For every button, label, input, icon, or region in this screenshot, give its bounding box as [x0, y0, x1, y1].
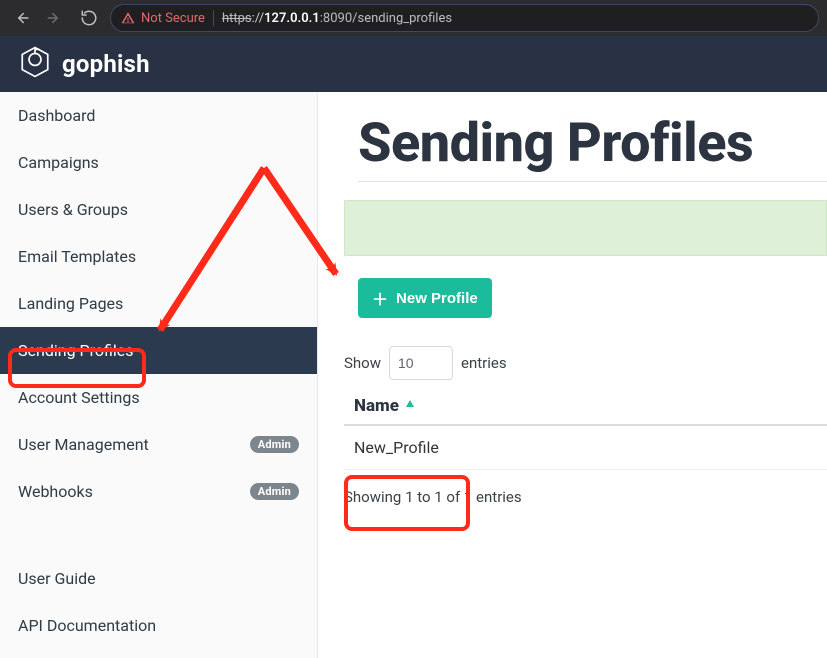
show-label: Show [344, 354, 381, 372]
annotation-box-sidebar-item [8, 348, 146, 388]
sidebar-item-label: Landing Pages [18, 294, 123, 313]
profiles-table: Name New_Profile [344, 388, 827, 470]
url-port: :8090 [320, 11, 352, 26]
forward-button[interactable] [42, 4, 68, 32]
sidebar-item-user-management[interactable]: User Management Admin [0, 421, 317, 468]
title-divider [358, 181, 827, 182]
url-scheme: https [222, 11, 252, 26]
sidebar-item-email-templates[interactable]: Email Templates [0, 233, 317, 280]
brand-logo-icon [18, 45, 52, 83]
table-info: Showing 1 to 1 of 1 entries [344, 488, 827, 506]
sidebar-item-webhooks[interactable]: Webhooks Admin [0, 468, 317, 515]
back-button[interactable] [8, 4, 34, 32]
url-path: /sending_profiles [352, 11, 452, 26]
brand-name: gophish [62, 50, 150, 78]
not-secure-warning: Not Secure [121, 11, 205, 26]
sidebar-item-label: Webhooks [18, 482, 93, 501]
url-sep: :// [252, 11, 264, 26]
sidebar-item-campaigns[interactable]: Campaigns [0, 139, 317, 186]
app-header: gophish [0, 36, 827, 92]
sidebar-item-label: Dashboard [18, 106, 95, 125]
url-host: 127.0.0.1 [264, 11, 320, 26]
main-content: Sending Profiles ＋ New Profile Show entr… [318, 92, 827, 658]
address-separator [213, 10, 214, 26]
sidebar-item-label: User Guide [18, 569, 96, 588]
table-row[interactable]: New_Profile [344, 425, 827, 470]
sidebar-item-label: Campaigns [18, 153, 99, 172]
sidebar-item-users-groups[interactable]: Users & Groups [0, 186, 317, 233]
sidebar-item-label: API Documentation [18, 616, 156, 635]
sidebar-item-label: Account Settings [18, 388, 140, 407]
sidebar-item-label: Email Templates [18, 247, 136, 266]
not-secure-text: Not Secure [141, 11, 205, 26]
admin-badge: Admin [250, 483, 299, 500]
table-length-controls: Show entries [344, 346, 827, 380]
reload-button[interactable] [76, 4, 102, 32]
sidebar-item-label: User Management [18, 435, 149, 454]
plus-icon: ＋ [372, 286, 388, 310]
sidebar-item-dashboard[interactable]: Dashboard [0, 92, 317, 139]
sidebar-item-user-guide[interactable]: User Guide [0, 555, 317, 602]
browser-chrome: Not Secure https://127.0.0.1:8090/sendin… [0, 0, 827, 36]
admin-badge: Admin [250, 436, 299, 453]
sidebar-item-landing-pages[interactable]: Landing Pages [0, 280, 317, 327]
brand[interactable]: gophish [18, 45, 150, 83]
sidebar-item-api-documentation[interactable]: API Documentation [0, 602, 317, 649]
sort-asc-icon [405, 394, 415, 414]
url-text: https://127.0.0.1:8090/sending_profiles [222, 11, 452, 26]
cell-name: New_Profile [344, 425, 827, 470]
entries-select[interactable] [389, 346, 453, 380]
address-bar[interactable]: Not Secure https://127.0.0.1:8090/sendin… [110, 4, 819, 32]
new-profile-button[interactable]: ＋ New Profile [358, 278, 492, 318]
page-title: Sending Profiles [358, 112, 827, 175]
column-header-label: Name [354, 396, 399, 416]
entries-label: entries [461, 354, 507, 372]
column-header-name[interactable]: Name [344, 388, 827, 425]
new-profile-label: New Profile [396, 290, 478, 307]
sidebar-item-label: Users & Groups [18, 200, 128, 219]
success-banner [344, 200, 827, 256]
